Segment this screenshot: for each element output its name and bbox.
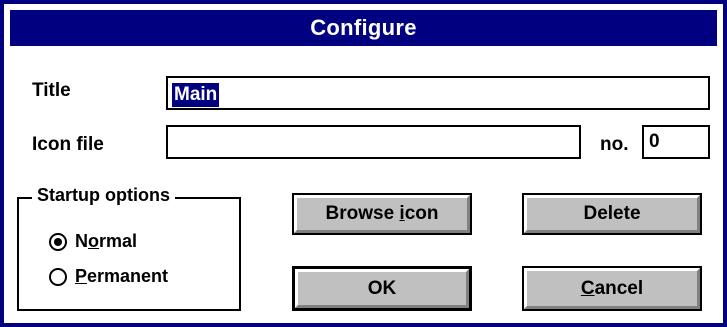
delete-button-label: Delete: [583, 203, 641, 224]
ok-button-label: OK: [367, 277, 397, 299]
icon-file-label: Icon file: [32, 134, 104, 155]
title-label: Title: [32, 80, 71, 101]
cancel-button[interactable]: Cancel: [522, 266, 702, 311]
radio-normal-circle[interactable]: [49, 232, 67, 251]
startup-options-legend: Startup options: [32, 185, 175, 206]
dialog-title: Configure: [310, 15, 417, 40]
startup-options-group: [17, 197, 241, 311]
radio-permanent[interactable]: Permanent: [49, 266, 168, 287]
ok-button[interactable]: OK: [292, 266, 472, 311]
radio-normal[interactable]: Normal: [49, 231, 137, 252]
radio-permanent-circle[interactable]: [49, 267, 67, 286]
radio-permanent-label: Permanent: [75, 266, 169, 286]
radio-normal-label: Normal: [75, 231, 138, 251]
delete-button[interactable]: Delete: [522, 193, 702, 235]
cancel-button-label: Cancel: [580, 277, 644, 299]
icon-number-input[interactable]: 0: [642, 125, 710, 159]
icon-file-input[interactable]: [166, 125, 581, 159]
browse-icon-button-label: Browse icon: [325, 203, 439, 224]
title-bar: Configure: [10, 10, 717, 46]
configure-dialog: Configure Title Main Icon file no. 0 Sta…: [0, 0, 727, 327]
icon-number-label: no.: [600, 134, 629, 155]
browse-icon-button[interactable]: Browse icon: [292, 193, 472, 235]
icon-number-value: 0: [649, 131, 660, 152]
title-input-value: Main: [172, 83, 220, 107]
title-input[interactable]: Main: [166, 76, 710, 110]
